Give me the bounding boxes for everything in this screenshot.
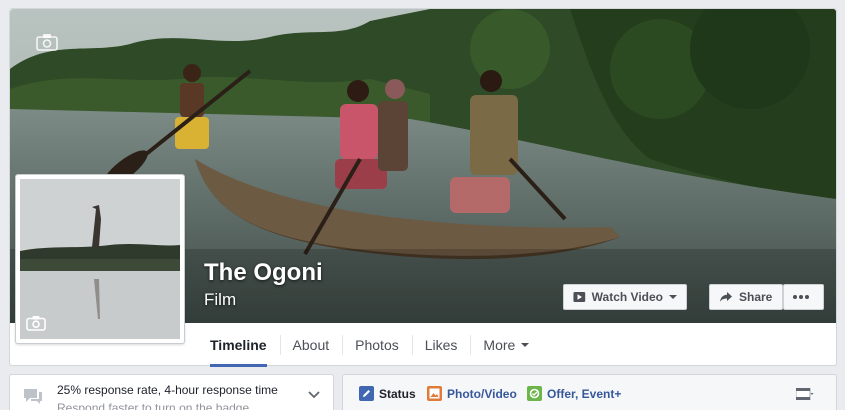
tab-likes[interactable]: Likes (411, 323, 471, 367)
offer-event-tab[interactable]: Offer, Event+ (527, 386, 621, 401)
share-arrow-icon (720, 292, 732, 302)
watch-video-label: Watch Video (591, 290, 663, 304)
camera-icon[interactable] (36, 33, 58, 51)
camera-icon[interactable] (26, 315, 46, 331)
pencil-icon (359, 386, 374, 401)
video-play-icon (573, 292, 586, 302)
response-rate-card[interactable]: 25% response rate, 4-hour response time … (9, 374, 334, 410)
profile-picture[interactable] (15, 174, 185, 344)
chevron-down-icon (521, 343, 530, 347)
chevron-down-icon (669, 295, 677, 299)
photo-video-tab[interactable]: Photo/Video (427, 386, 517, 401)
offer-icon (527, 386, 542, 401)
tab-timeline[interactable]: Timeline (197, 323, 280, 367)
watch-video-button[interactable]: Watch Video (563, 284, 687, 310)
share-button[interactable]: Share (709, 284, 783, 310)
tab-photos[interactable]: Photos (342, 323, 412, 367)
page-title[interactable]: The Ogoni (204, 259, 323, 287)
post-composer: Status Photo/Video Offer, Event+ (342, 374, 837, 410)
photo-icon (427, 386, 442, 401)
response-rate-hint: Respond faster to turn on the badge (57, 401, 250, 410)
share-label: Share (739, 290, 773, 304)
tab-about[interactable]: About (279, 323, 343, 367)
page-category[interactable]: Film (204, 290, 236, 310)
tab-more[interactable]: More (470, 323, 542, 367)
status-tab[interactable]: Status (359, 386, 416, 401)
audience-selector[interactable] (796, 388, 814, 400)
flag-icon (796, 388, 814, 400)
more-options-button[interactable] (783, 284, 824, 310)
chevron-down-icon[interactable] (307, 387, 321, 401)
page-tabs: Timeline About Photos Likes More (197, 323, 542, 367)
response-rate-text: 25% response rate, 4-hour response time (57, 383, 278, 397)
more-dots-icon (792, 295, 809, 299)
chat-bubble-icon (24, 389, 42, 404)
